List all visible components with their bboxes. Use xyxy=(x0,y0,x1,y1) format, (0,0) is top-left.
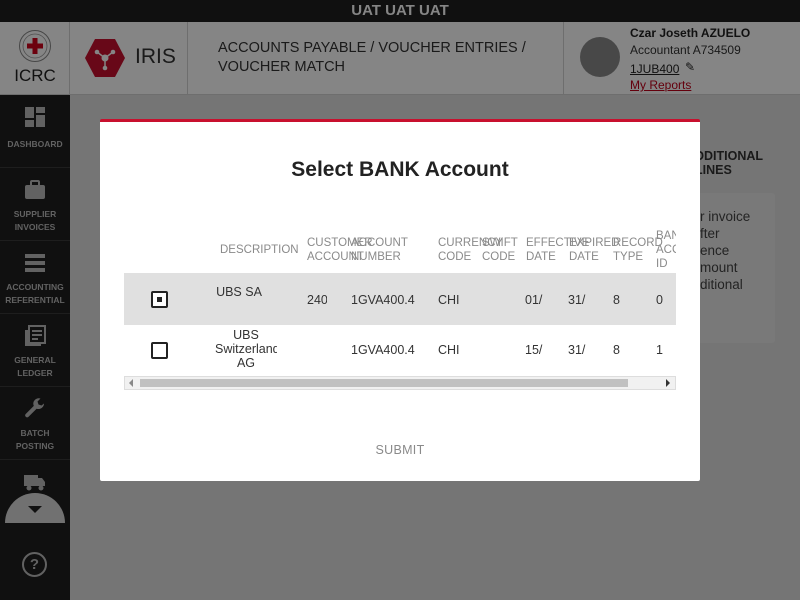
cell-account-number: 1GVA400.4 xyxy=(351,293,415,307)
cell-customer-account: 240 xyxy=(307,293,327,307)
horizontal-scrollbar[interactable] xyxy=(124,376,676,390)
cell-bank-acc-id: 1 xyxy=(656,343,663,357)
table-row[interactable]: UBS SA 240 1GVA400.4 CHI 01/ 31/ 8 0 xyxy=(124,273,676,325)
cell-bank-acc-id: 0 xyxy=(656,293,663,307)
cell-expired-date: 31/ xyxy=(568,343,586,357)
cell-currency: CHI xyxy=(438,293,460,307)
cell-description: UBS SA xyxy=(216,285,262,299)
column-header-swift-code[interactable]: SWIFT CODE xyxy=(482,236,522,264)
cell-record-type: 8 xyxy=(613,343,620,357)
cell-expired-date: 31/ xyxy=(568,293,586,307)
select-bank-account-dialog: Select BANK Account DESCRIPTION CUSTOMER… xyxy=(100,119,700,481)
column-header-customer-account[interactable]: CUSTOMER ACCOUNT xyxy=(307,236,373,264)
column-header-description[interactable]: DESCRIPTION xyxy=(220,243,299,257)
cell-account-number: 1GVA400.4 xyxy=(351,343,415,357)
column-header-record-type[interactable]: RECORD TYPE xyxy=(613,236,663,264)
column-header-expired-date[interactable]: EXPIRED DATE xyxy=(569,236,620,264)
check-icon xyxy=(157,297,162,302)
bank-account-table: DESCRIPTION CUSTOMER ACCOUNT ACCOUNT NUM… xyxy=(124,216,676,393)
table-row[interactable]: UBS Switzerland AG 1GVA400.4 CHI 15/ 31/… xyxy=(124,325,676,377)
cell-effective-date: 01/ xyxy=(525,293,543,307)
row-checkbox[interactable] xyxy=(151,291,168,308)
cell-effective-date: 15/ xyxy=(525,343,543,357)
column-header-bank-acc-id[interactable]: BANK ACC ID xyxy=(656,229,676,271)
column-header-account-number[interactable]: ACCOUNT NUMBER xyxy=(351,236,411,264)
cell-currency: CHI xyxy=(438,343,460,357)
cell-record-type: 8 xyxy=(613,293,620,307)
dialog-title: Select BANK Account xyxy=(291,158,509,181)
scroll-left-arrow-icon[interactable] xyxy=(129,379,133,387)
submit-button[interactable]: SUBMIT xyxy=(350,440,450,460)
scroll-right-arrow-icon[interactable] xyxy=(666,379,670,387)
cell-description: UBS Switzerland AG xyxy=(215,328,277,370)
row-checkbox[interactable] xyxy=(151,342,168,359)
scrollbar-thumb[interactable] xyxy=(140,379,628,387)
